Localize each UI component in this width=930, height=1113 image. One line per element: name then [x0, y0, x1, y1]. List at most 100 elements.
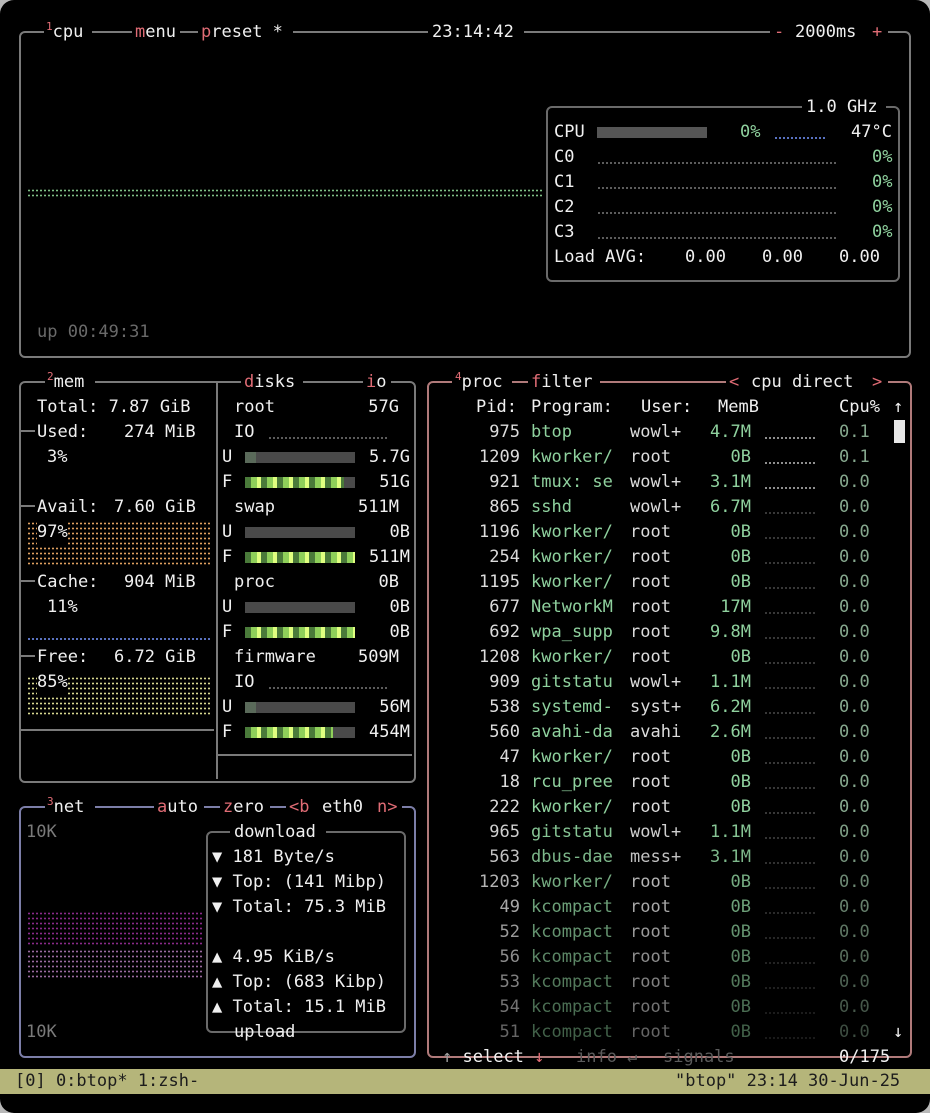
table-row[interactable]: 56 kcompact root 0B 0.0: [430, 945, 890, 970]
tmux-windows[interactable]: [0] 0:btop* 1:zsh-: [15, 1069, 199, 1094]
proc-program: wpa_supp: [531, 622, 613, 642]
table-row[interactable]: 965 gitstatu wowl+ 1.1M 0.0: [430, 820, 890, 845]
proc-pid: 53: [499, 972, 520, 992]
table-row[interactable]: 921 tmux: se wowl+ 3.1M 0.0: [430, 470, 890, 495]
net-up-top: ▲ Top: (683 Kibp): [212, 972, 386, 992]
proc-signals-button[interactable]: signals: [663, 1045, 735, 1070]
proc-scrollbar-thumb[interactable]: [894, 420, 905, 443]
proc-user: root: [630, 447, 671, 467]
scroll-down-arrow-icon[interactable]: ↓: [893, 1020, 903, 1045]
proc-cpu-graph: [764, 462, 816, 464]
disk-size: 57G: [368, 397, 399, 417]
table-row[interactable]: 1203 kworker/root 0B 0.0: [430, 870, 890, 895]
interval-decrease-button[interactable]: -: [774, 20, 784, 45]
proc-mem: 0B: [730, 547, 751, 567]
proc-mem: 0B: [730, 997, 751, 1017]
col-cpu[interactable]: Cpu%: [839, 395, 880, 420]
table-row[interactable]: 222 kworker/root 0B 0.0: [430, 795, 890, 820]
table-row[interactable]: 52 kcompact root 0B 0.0: [430, 920, 890, 945]
table-row[interactable]: 560 avahi-da avahi 2.6M 0.0: [430, 720, 890, 745]
mem-cache-pct: 11%: [47, 597, 78, 617]
disk-size: 511M: [358, 497, 399, 517]
proc-program: kworker/: [531, 797, 613, 817]
table-row[interactable]: 49 kcompact root 0B 0.0: [430, 895, 890, 920]
proc-pid: 560: [489, 722, 520, 742]
col-program[interactable]: Program:: [531, 395, 613, 420]
table-row[interactable]: 538 systemd-syst+ 6.2M 0.0: [430, 695, 890, 720]
table-row[interactable]: 865 sshd wowl+ 6.7M 0.0: [430, 495, 890, 520]
disk-usage-bar: [245, 552, 355, 563]
proc-select-button[interactable]: ↑ select ↓: [442, 1045, 544, 1070]
table-row[interactable]: 975 btop wowl+ 4.7M 0.1: [430, 420, 890, 445]
proc-pid: 975: [489, 422, 520, 442]
proc-program: gitstatu: [531, 672, 613, 692]
net-down-top: ▼ Top: (141 Mibp): [212, 872, 386, 892]
proc-cpu-graph: [764, 962, 816, 964]
col-pid[interactable]: Pid:: [476, 395, 517, 420]
net-next-iface-button[interactable]: n>: [377, 795, 397, 820]
proc-user: root: [630, 572, 671, 592]
proc-cpu-graph: [764, 862, 816, 864]
tmux-status-bar: [0] 0:btop* 1:zsh- "btop" 23:14 30-Jun-2…: [0, 1069, 930, 1094]
table-row[interactable]: 909 gitstatu wowl+ 1.1M 0.0: [430, 670, 890, 695]
core-label: C0: [554, 147, 575, 167]
mem-box-title: 2mem: [47, 370, 85, 392]
table-row[interactable]: 677 NetworkM root 17M 0.0: [430, 595, 890, 620]
proc-user: root: [630, 922, 671, 942]
interval-increase-button[interactable]: +: [872, 20, 882, 45]
proc-program: kcompact: [531, 1022, 613, 1042]
proc-filter-button[interactable]: filter: [531, 370, 592, 395]
proc-info-button[interactable]: info: [576, 1045, 617, 1070]
table-row[interactable]: 47 kworker/root 0B 0.0: [430, 745, 890, 770]
proc-cpu-graph: [764, 812, 816, 814]
table-row[interactable]: 254 kworker/root 0B 0.0: [430, 545, 890, 570]
proc-mem: 0B: [730, 772, 751, 792]
proc-mem: 0B: [730, 447, 751, 467]
core-label: C1: [554, 172, 575, 192]
disk-usage-bar: [245, 627, 355, 638]
col-user[interactable]: User:: [641, 395, 692, 420]
scroll-up-arrow-icon[interactable]: ↑: [893, 395, 903, 420]
disk-usage-bar-fill: [245, 452, 256, 463]
table-row[interactable]: 563 dbus-dae mess+ 3.1M 0.0: [430, 845, 890, 870]
disk-name: root: [234, 397, 275, 417]
table-row[interactable]: 53 kcompact root 0B 0.0: [430, 970, 890, 995]
proc-box-title: 4proc: [455, 370, 503, 392]
proc-cpu: 0.0: [839, 947, 870, 967]
proc-pid: 56: [499, 947, 520, 967]
table-row[interactable]: 1195 kworker/root 0B 0.0: [430, 570, 890, 595]
proc-cpu: 0.0: [839, 497, 870, 517]
table-row[interactable]: 1209 kworker/root 0B 0.1: [430, 445, 890, 470]
io-toggle-button[interactable]: io: [366, 370, 387, 395]
table-row[interactable]: 54 kcompact root 0B 0.0: [430, 995, 890, 1020]
table-row[interactable]: 692 wpa_supp root 9.8M 0.0: [430, 620, 890, 645]
proc-user: root: [630, 897, 671, 917]
disk-io-graph: [268, 437, 388, 439]
table-row[interactable]: 51 kcompact root 0B 0.0: [430, 1020, 890, 1045]
cpu-menu-button[interactable]: menu: [135, 20, 176, 45]
net-prev-iface-button[interactable]: <b: [289, 795, 309, 820]
update-interval: 2000ms: [795, 22, 857, 42]
proc-user: root: [630, 797, 671, 817]
proc-pid: 49: [499, 897, 520, 917]
proc-user: wowl+: [630, 472, 682, 492]
cpu-preset-button[interactable]: preset *: [201, 20, 283, 45]
proc-pid: 54: [499, 997, 520, 1017]
proc-user: root: [630, 772, 671, 792]
table-row[interactable]: 18 rcu_pree root 0B 0.0: [430, 770, 890, 795]
sort-prev-button[interactable]: <: [729, 370, 739, 395]
disks-title-button[interactable]: disks: [244, 370, 295, 395]
net-down-rate: ▼ 181 Byte/s: [212, 847, 335, 867]
table-row[interactable]: 1208 kworker/root 0B 0.0: [430, 645, 890, 670]
col-mem[interactable]: MemB: [718, 395, 759, 420]
disk-row-value: 0B: [389, 522, 410, 542]
sort-next-button[interactable]: >: [872, 370, 882, 395]
proc-user: wowl+: [630, 422, 682, 442]
table-row[interactable]: 1196 kworker/root 0B 0.0: [430, 520, 890, 545]
net-auto-button[interactable]: auto: [157, 795, 198, 820]
cpu-total-graph: [774, 137, 827, 139]
cpu-clock: 23:14:42: [432, 22, 514, 42]
net-zero-button[interactable]: zero: [223, 795, 264, 820]
proc-program: dbus-dae: [531, 847, 613, 867]
proc-user: root: [630, 1022, 671, 1042]
